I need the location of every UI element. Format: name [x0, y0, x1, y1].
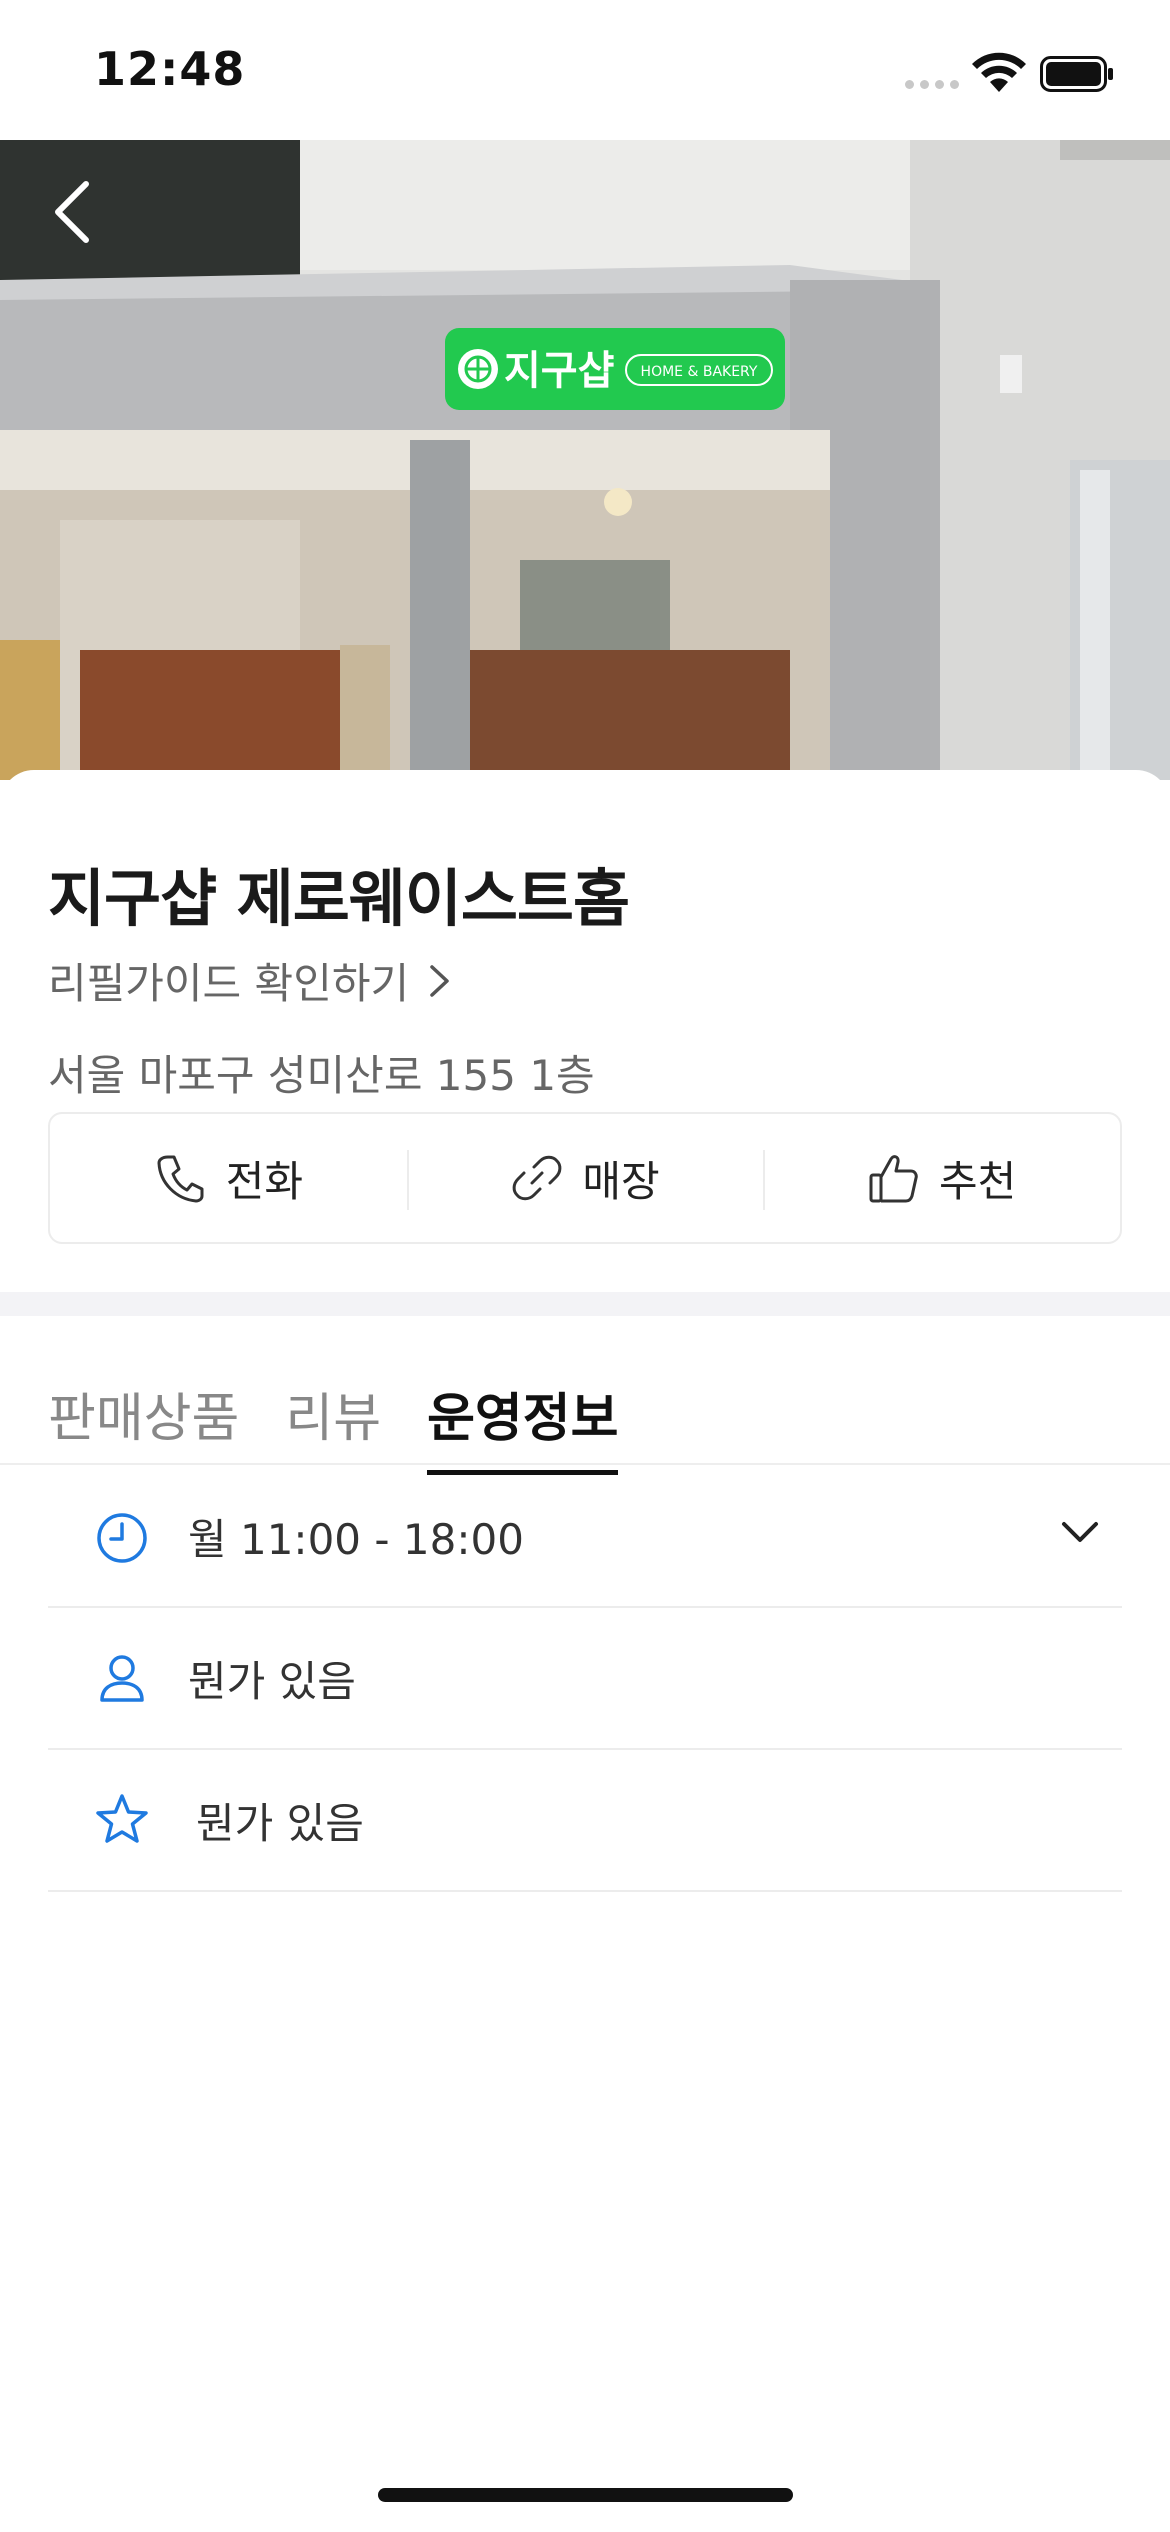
tabs-underline: [0, 1463, 1170, 1465]
tab-products[interactable]: 판매상품: [48, 1376, 239, 1473]
storefront-illustration: 지구샵 HOME & BAKERY: [0, 140, 1170, 780]
tab-bar: 판매상품 리뷰 운영정보: [48, 1376, 619, 1475]
status-time: 12:48: [94, 42, 246, 96]
store-photo: 지구샵 HOME & BAKERY: [0, 140, 1170, 780]
info-row-star: 뭔가 있음: [48, 1750, 1122, 1892]
action-bar: 전화 매장 추천: [48, 1112, 1122, 1244]
info-text-star: 뭔가 있음: [196, 1798, 364, 1848]
status-bar: 12:48: [0, 0, 1170, 140]
cellular-signal-icon: [905, 80, 959, 89]
call-label: 전화: [225, 1156, 303, 1206]
person-icon: [92, 1648, 152, 1708]
refill-guide-link[interactable]: 리필가이드 확인하기: [48, 950, 453, 1011]
refill-guide-label: 리필가이드 확인하기: [48, 959, 410, 1008]
store-link-button[interactable]: 매장: [406, 1114, 764, 1242]
phone-icon: [157, 1155, 204, 1203]
chevron-right-icon: [430, 964, 449, 997]
info-row-person: 뭔가 있음: [48, 1608, 1122, 1750]
tab-operating-info[interactable]: 운영정보: [427, 1376, 619, 1475]
thumbs-up-icon: [869, 1155, 918, 1203]
sign-sub-text: HOME & BAKERY: [641, 364, 758, 380]
chevron-left-icon: [55, 181, 89, 243]
store-address: 서울 마포구 성미산로 155 1층: [48, 1051, 595, 1100]
hours-row[interactable]: 월 11:00 - 18:00: [48, 1466, 1122, 1608]
section-divider: [0, 1292, 1170, 1316]
recommend-button[interactable]: 추천: [763, 1114, 1120, 1242]
link-icon: [512, 1155, 562, 1201]
store-label: 매장: [582, 1156, 660, 1206]
tab-reviews[interactable]: 리뷰: [285, 1376, 381, 1473]
wifi-icon: [972, 52, 1026, 92]
recommend-label: 추천: [939, 1156, 1017, 1206]
info-text-person: 뭔가 있음: [188, 1656, 356, 1706]
sign-brand-text: 지구샵: [504, 348, 614, 394]
star-icon: [92, 1790, 152, 1850]
hours-text: 월 11:00 - 18:00: [188, 1514, 524, 1564]
back-button[interactable]: [44, 172, 100, 252]
call-button[interactable]: 전화: [50, 1114, 407, 1242]
store-name: 지구샵 제로웨이스트홈: [48, 862, 630, 935]
battery-icon: [1040, 56, 1113, 92]
home-indicator: [378, 2488, 793, 2502]
chevron-down-icon[interactable]: [1058, 1510, 1102, 1554]
clock-icon: [92, 1506, 152, 1566]
